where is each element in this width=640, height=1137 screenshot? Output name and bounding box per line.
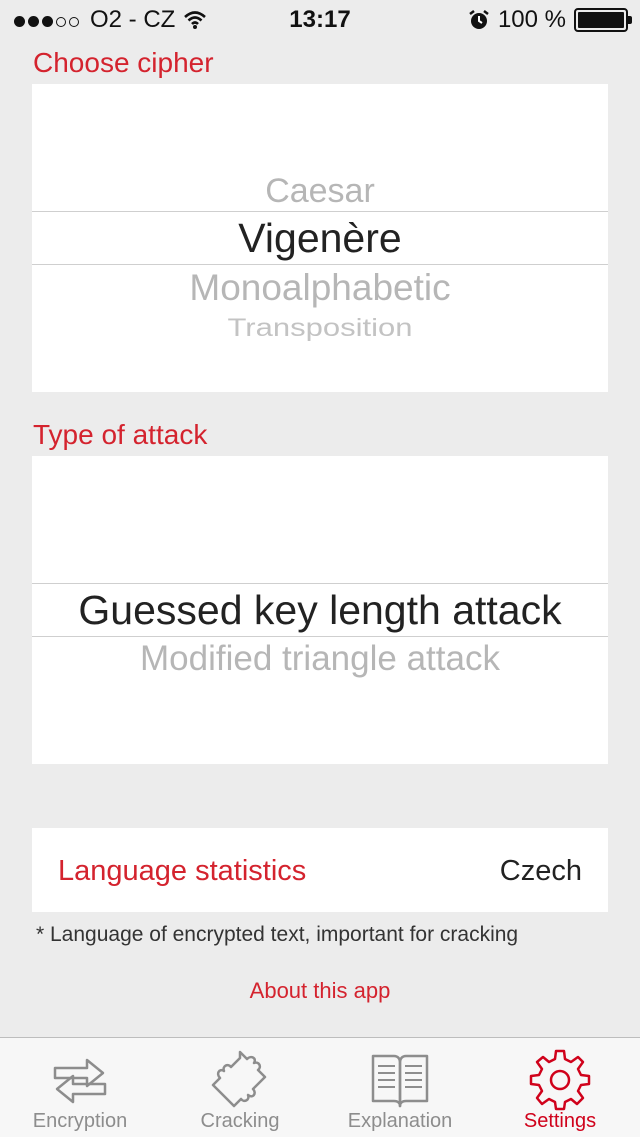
tab-settings[interactable]: Settings xyxy=(480,1038,640,1137)
puzzle-icon xyxy=(211,1050,267,1108)
picker-selection-line-bottom xyxy=(32,264,608,265)
picker-selection-line-top xyxy=(32,583,608,584)
tab-encryption[interactable]: Encryption xyxy=(0,1038,160,1137)
tab-cracking[interactable]: Cracking xyxy=(160,1038,320,1137)
about-app-link[interactable]: About this app xyxy=(0,978,640,1004)
language-statistics-value: Czech xyxy=(499,855,582,887)
attack-picker[interactable]: Guessed key length attack Modified trian… xyxy=(32,456,608,764)
status-right: 100 % xyxy=(468,6,632,34)
battery-percent: 100 % xyxy=(497,6,566,33)
gear-icon xyxy=(529,1049,591,1111)
tab-explanation[interactable]: Explanation xyxy=(320,1038,480,1137)
cipher-picker[interactable]: Caesar Vigenère Monoalphabetic Transposi… xyxy=(32,84,608,392)
attack-option-guessed-key-length[interactable]: Guessed key length attack xyxy=(32,587,608,634)
arrows-icon xyxy=(53,1058,107,1104)
tab-settings-label: Settings xyxy=(523,1110,597,1132)
cipher-option-vigenere[interactable]: Vigenère xyxy=(32,215,608,262)
battery-icon xyxy=(574,8,632,32)
cipher-option-caesar[interactable]: Caesar xyxy=(32,172,608,211)
cipher-section-title: Choose cipher xyxy=(33,47,214,78)
tab-encryption-label: Encryption xyxy=(32,1110,128,1132)
picker-selection-line-bottom xyxy=(32,636,608,637)
book-icon xyxy=(371,1054,429,1108)
language-statistics-row[interactable]: Language statistics Czech xyxy=(32,828,608,912)
tab-explanation-label: Explanation xyxy=(347,1110,453,1132)
picker-selection-line-top xyxy=(32,211,608,212)
status-bar: O2 - CZ 13:17 100 % xyxy=(0,0,640,40)
tab-cracking-label: Cracking xyxy=(200,1110,280,1132)
attack-option-modified-triangle[interactable]: Modified triangle attack xyxy=(32,639,608,679)
cipher-option-monoalphabetic[interactable]: Monoalphabetic xyxy=(32,267,608,309)
cipher-option-transposition[interactable]: Transposition xyxy=(32,313,608,343)
language-statistics-label: Language statistics xyxy=(58,855,307,887)
attack-section-title: Type of attack xyxy=(33,419,208,450)
tab-bar: Encryption Cracking Explanation Settings xyxy=(0,1037,640,1137)
language-footnote: * Language of encrypted text, important … xyxy=(36,923,519,946)
alarm-icon xyxy=(469,10,489,29)
